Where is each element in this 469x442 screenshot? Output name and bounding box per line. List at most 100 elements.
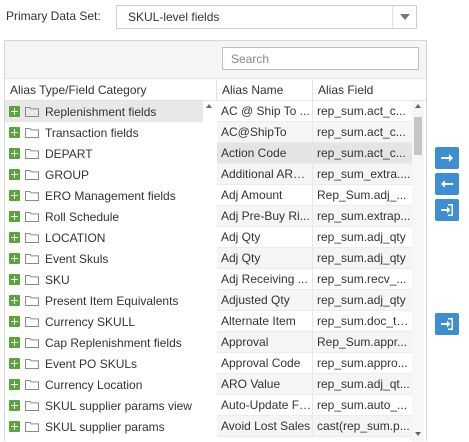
alias-row[interactable]: Adj Amount Rep_Sum.adj_... bbox=[217, 185, 412, 206]
alias-field-cell: rep_sum.appro... bbox=[317, 356, 408, 370]
tree-item-label: Roll Schedule bbox=[45, 209, 120, 224]
remove-field-button[interactable] bbox=[435, 173, 459, 195]
expand-plus-icon[interactable] bbox=[9, 253, 20, 264]
tree-item[interactable]: Replenishment fields bbox=[5, 101, 215, 122]
alias-name-cell: Action Code bbox=[217, 143, 313, 163]
alias-grid: AC @ Ship To ... rep_sum.act_c... AC@ShipT… bbox=[217, 101, 412, 442]
folder-icon bbox=[25, 401, 39, 411]
alias-name-cell: AC @ Ship To ... bbox=[217, 101, 313, 121]
tree-item-label: Currency SKULL bbox=[45, 314, 136, 329]
alias-row[interactable]: AC @ Ship To ... rep_sum.act_c... bbox=[217, 101, 412, 122]
scroll-thumb[interactable] bbox=[414, 117, 422, 155]
alias-name-cell: Additional ARO... bbox=[217, 164, 313, 184]
alias-field-cell: rep_sum.adj_qty bbox=[317, 251, 406, 265]
tree-item[interactable]: LOCATION bbox=[5, 227, 215, 248]
tree-item-label: DEPART bbox=[45, 146, 93, 161]
expand-plus-icon[interactable] bbox=[9, 295, 20, 306]
primary-data-set-select[interactable]: SKUL-level fields bbox=[116, 5, 417, 29]
arrow-left-icon bbox=[441, 180, 453, 188]
tree-item-label: SKU bbox=[45, 272, 70, 287]
alias-row[interactable]: Adj Pre-Buy Ri... rep_sum.extrap... bbox=[217, 206, 412, 227]
expand-plus-icon[interactable] bbox=[9, 232, 20, 243]
tree-item[interactable]: Present Item Equivalents bbox=[5, 290, 215, 311]
scroll-down-icon[interactable] bbox=[415, 432, 421, 436]
insert-field-button-2[interactable] bbox=[435, 313, 459, 335]
expand-plus-icon[interactable] bbox=[9, 211, 20, 222]
alias-field-cell: Rep_Sum.appr... bbox=[317, 335, 408, 349]
expand-plus-icon[interactable] bbox=[9, 169, 20, 180]
insert-field-button[interactable] bbox=[435, 199, 459, 221]
primary-data-set-label: Primary Data Set: bbox=[6, 9, 101, 23]
alias-row[interactable]: Auto-Update Flag rep_sum.auto_... bbox=[217, 395, 412, 416]
scroll-up-icon[interactable] bbox=[206, 104, 212, 108]
dropdown-arrow[interactable] bbox=[392, 6, 416, 28]
expand-plus-icon[interactable] bbox=[9, 337, 20, 348]
alias-row[interactable]: Alternate Item rep_sum.doc_text bbox=[217, 311, 412, 332]
search-input[interactable] bbox=[222, 47, 419, 70]
alias-row[interactable]: Additional ARO... rep_sum_extra.... bbox=[217, 164, 412, 185]
tree-item[interactable]: Event PO SKULs bbox=[5, 353, 215, 374]
alias-row[interactable]: AC@ShipTo rep_sum.act_c... bbox=[217, 122, 412, 143]
add-field-button[interactable] bbox=[435, 147, 459, 169]
folder-icon bbox=[25, 149, 39, 159]
alias-row[interactable]: ARO Value rep_sum.adj_qt... bbox=[217, 374, 412, 395]
alias-row[interactable]: Approval Code rep_sum.appro... bbox=[217, 353, 412, 374]
tree-item-label: Replenishment fields bbox=[45, 104, 157, 119]
folder-icon bbox=[25, 191, 39, 201]
expand-plus-icon[interactable] bbox=[9, 421, 20, 432]
tree-item[interactable]: SKUL supplier params view bbox=[5, 395, 215, 416]
expand-plus-icon[interactable] bbox=[9, 400, 20, 411]
alias-name-cell: AC@ShipTo bbox=[217, 122, 313, 142]
alias-name-cell: Adjusted Qty bbox=[217, 290, 313, 310]
search-bar bbox=[5, 41, 426, 79]
tree-item[interactable]: Currency SKULL bbox=[5, 311, 215, 332]
alias-name-cell: ARO Value bbox=[217, 374, 313, 394]
folder-icon bbox=[25, 317, 39, 327]
sign-in-icon bbox=[441, 318, 453, 330]
scroll-up-icon[interactable] bbox=[415, 104, 421, 108]
expand-plus-icon[interactable] bbox=[9, 148, 20, 159]
tree-item-label: SKUL supplier params view bbox=[45, 398, 192, 413]
tree-item[interactable]: SKUL supplier params bbox=[5, 416, 215, 437]
alias-row[interactable]: Adjusted Qty rep_sum.adj_qty bbox=[217, 290, 412, 311]
column-header-category[interactable]: Alias Type/Field Category bbox=[5, 79, 217, 101]
alias-row[interactable]: Adj Qty rep_sum.adj_qty bbox=[217, 227, 412, 248]
tree-item-label: Event PO SKULs bbox=[45, 356, 138, 371]
folder-icon bbox=[25, 338, 39, 348]
folder-icon bbox=[25, 170, 39, 180]
expand-plus-icon[interactable] bbox=[9, 274, 20, 285]
expand-plus-icon[interactable] bbox=[9, 127, 20, 138]
tree-item[interactable]: Currency Location bbox=[5, 374, 215, 395]
tree-item[interactable]: Event Skuls bbox=[5, 248, 215, 269]
tree-scrollbar[interactable] bbox=[203, 101, 215, 442]
expand-plus-icon[interactable] bbox=[9, 190, 20, 201]
tree-item[interactable]: Cap Replenishment fields bbox=[5, 332, 215, 353]
tree-item[interactable]: ERO Management fields bbox=[5, 185, 215, 206]
tree-item[interactable]: Roll Schedule bbox=[5, 206, 215, 227]
alias-field-cell: rep_sum.recv_... bbox=[317, 272, 407, 286]
tree-item[interactable]: SKU bbox=[5, 269, 215, 290]
alias-row[interactable]: Action Code rep_sum.act_c... bbox=[217, 143, 412, 164]
expand-plus-icon[interactable] bbox=[9, 358, 20, 369]
grid-scrollbar[interactable] bbox=[412, 101, 424, 442]
expand-plus-icon[interactable] bbox=[9, 316, 20, 327]
expand-plus-icon[interactable] bbox=[9, 379, 20, 390]
alias-row[interactable]: Approval Rep_Sum.appr... bbox=[217, 332, 412, 353]
alias-field-cell: rep_sum.act_c... bbox=[317, 125, 406, 139]
tree-item[interactable]: DEPART bbox=[5, 143, 215, 164]
tree-item-label: Present Item Equivalents bbox=[45, 293, 179, 308]
alias-field-cell: rep_sum.adj_qt... bbox=[317, 377, 410, 391]
tree-item-label: Cap Replenishment fields bbox=[45, 335, 182, 350]
folder-icon bbox=[25, 128, 39, 138]
arrow-right-icon bbox=[441, 154, 453, 162]
tree-item[interactable]: Transaction fields bbox=[5, 122, 215, 143]
column-header-alias-name[interactable]: Alias Name bbox=[217, 79, 313, 101]
alias-row[interactable]: Adj Qty rep_sum.adj_qty bbox=[217, 248, 412, 269]
alias-name-cell: Adj Pre-Buy Ri... bbox=[217, 206, 313, 226]
alias-row[interactable]: Avoid Lost Sales cast(rep_sum.p... bbox=[217, 416, 412, 437]
column-header-alias-field[interactable]: Alias Field bbox=[313, 79, 426, 101]
alias-field-cell: Rep_Sum.adj_... bbox=[317, 188, 407, 202]
tree-item[interactable]: GROUP bbox=[5, 164, 215, 185]
expand-plus-icon[interactable] bbox=[9, 106, 20, 117]
alias-row[interactable]: Adj Receiving ... rep_sum.recv_... bbox=[217, 269, 412, 290]
